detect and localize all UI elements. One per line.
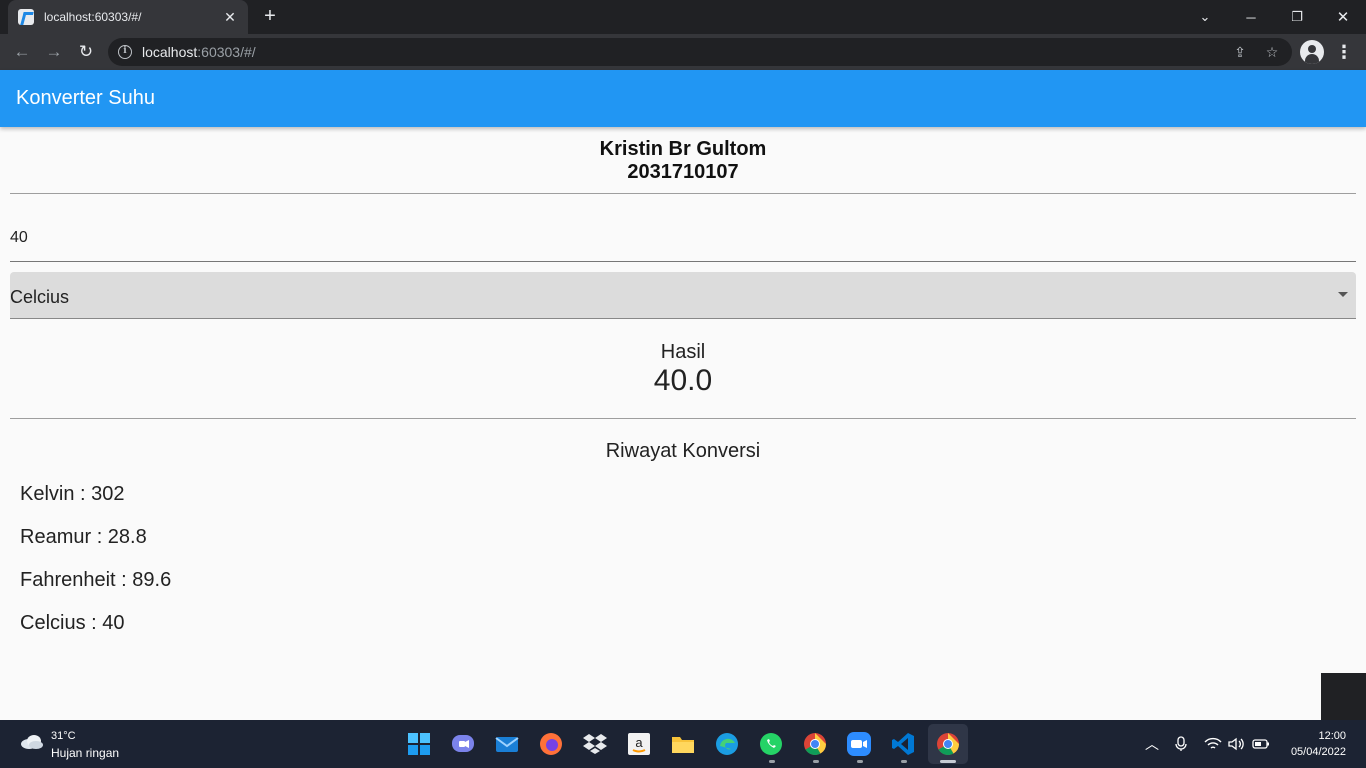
- temperature-input[interactable]: 40: [10, 229, 28, 247]
- vscode-icon[interactable]: [890, 731, 916, 757]
- student-id: 2031710107: [627, 161, 739, 183]
- dropbox-icon[interactable]: [582, 731, 608, 757]
- weather-cloud-icon[interactable]: [20, 734, 44, 750]
- running-indicator: [901, 760, 907, 763]
- app-title: Konverter Suhu: [16, 87, 155, 109]
- weather-description[interactable]: Hujan ringan: [51, 746, 119, 760]
- restore-button[interactable]: ❐: [1274, 0, 1320, 34]
- browser-tab[interactable]: localhost:60303/#/ ✕: [8, 0, 248, 34]
- flutter-favicon-icon: [18, 9, 34, 25]
- zoom-icon[interactable]: [846, 731, 872, 757]
- show-hidden-icons-chevron-icon[interactable]: ︿: [1145, 735, 1159, 753]
- selected-unit: Celcius: [10, 287, 70, 307]
- browser-menu-icon[interactable]: ⋮: [1334, 40, 1354, 64]
- teams-chat-icon[interactable]: [450, 731, 476, 757]
- history-item: Reamur : 28.8: [20, 526, 147, 548]
- mail-icon[interactable]: [494, 731, 520, 757]
- whatsapp-icon[interactable]: [758, 731, 784, 757]
- microphone-icon[interactable]: [1175, 736, 1187, 752]
- volume-icon[interactable]: [1228, 737, 1246, 751]
- history-item: Fahrenheit : 89.6: [20, 569, 172, 591]
- chrome-icon[interactable]: [802, 731, 828, 757]
- running-indicator: [769, 760, 775, 763]
- running-indicator: [813, 760, 819, 763]
- clock-time[interactable]: 12:00: [1318, 730, 1346, 742]
- tab-close-icon[interactable]: ✕: [222, 9, 238, 26]
- student-name: Kristin Br Gultom: [599, 138, 767, 160]
- svg-text:a: a: [635, 735, 643, 750]
- unit-dropdown[interactable]: Celcius: [10, 272, 1356, 319]
- wifi-icon[interactable]: [1204, 737, 1222, 751]
- back-button[interactable]: ←: [8, 38, 36, 66]
- browser-toolbar: ← → ↻ i localhost:60303/#/ ⇪ ☆: [0, 34, 1366, 70]
- reload-button[interactable]: ↻: [72, 38, 100, 66]
- chrome-active-icon[interactable]: [935, 731, 961, 757]
- site-info-icon[interactable]: i: [118, 45, 132, 59]
- firefox-icon[interactable]: [538, 731, 564, 757]
- url-path: :60303/#/: [197, 44, 256, 60]
- profile-avatar-icon[interactable]: [1300, 40, 1324, 64]
- windows-start-icon[interactable]: [406, 731, 432, 757]
- weather-temperature[interactable]: 31°C: [51, 730, 76, 742]
- forward-button[interactable]: →: [40, 38, 68, 66]
- url-host: localhost: [142, 44, 198, 60]
- file-explorer-icon[interactable]: [670, 731, 696, 757]
- close-window-button[interactable]: ✕: [1320, 0, 1366, 34]
- tab-title: localhost:60303/#/: [44, 10, 142, 24]
- bookmark-star-icon[interactable]: ☆: [1264, 44, 1280, 60]
- address-bar[interactable]: i localhost:60303/#/ ⇪ ☆: [108, 38, 1292, 66]
- active-indicator: [940, 760, 956, 763]
- overlay-panel: [1321, 673, 1366, 720]
- tab-search-chevron-icon[interactable]: ⌄: [1182, 0, 1228, 34]
- dropdown-arrow-icon: [1338, 292, 1348, 297]
- share-icon[interactable]: ⇪: [1232, 44, 1248, 60]
- clock-date[interactable]: 05/04/2022: [1291, 746, 1346, 758]
- history-item: Kelvin : 302: [20, 483, 125, 505]
- new-tab-button[interactable]: +: [258, 5, 282, 29]
- browser-tab-strip: localhost:60303/#/ ✕ + ⌄ ─ ❐ ✕: [0, 0, 1366, 34]
- battery-icon[interactable]: [1252, 738, 1270, 750]
- result-label: Hasil: [660, 341, 706, 363]
- input-underline: [10, 261, 1356, 262]
- edge-icon[interactable]: [714, 731, 740, 757]
- divider: [10, 418, 1356, 419]
- minimize-button[interactable]: ─: [1228, 0, 1274, 34]
- app-bar: Konverter Suhu: [0, 70, 1366, 127]
- history-item: Celcius : 40: [20, 612, 125, 634]
- history-title: Riwayat Konversi: [605, 440, 761, 462]
- amazon-icon[interactable]: a: [626, 731, 652, 757]
- divider: [10, 193, 1356, 194]
- running-indicator: [857, 760, 863, 763]
- result-value: 40.0: [653, 364, 713, 397]
